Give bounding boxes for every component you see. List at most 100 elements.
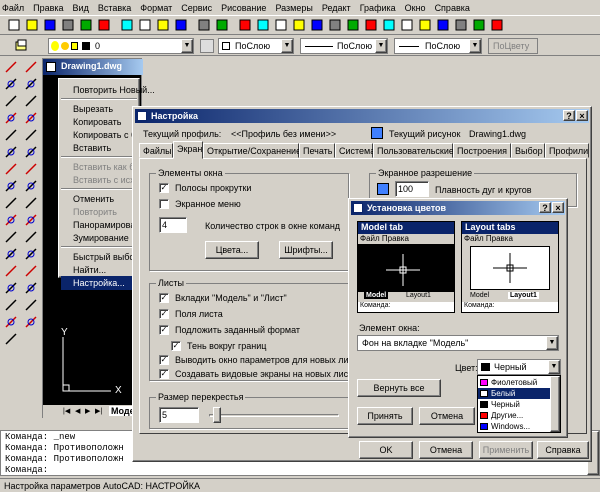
screen-menu-checkbox[interactable]: [159, 199, 169, 209]
context-menu-item[interactable]: Вырезать: [61, 102, 139, 116]
tracking-icon[interactable]: [256, 18, 270, 32]
zoom-previous-icon[interactable]: [472, 18, 486, 32]
find-icon[interactable]: [97, 18, 111, 32]
chevron-down-icon[interactable]: ▼: [546, 336, 558, 350]
mtext-icon[interactable]: [4, 332, 18, 346]
revcloud-icon[interactable]: [4, 179, 18, 193]
chevron-down-icon[interactable]: ▼: [375, 39, 387, 53]
layout-tabs-checkbox[interactable]: ✓: [159, 293, 169, 303]
erase-icon[interactable]: [24, 60, 38, 74]
xline-icon[interactable]: [4, 77, 18, 91]
plotstyle-dropdown[interactable]: ПоЦвету: [488, 38, 538, 54]
page-setup-checkbox[interactable]: ✓: [159, 355, 169, 365]
offset-icon[interactable]: [24, 111, 38, 125]
help-icon[interactable]: [490, 18, 504, 32]
help-icon[interactable]: ?: [539, 202, 551, 213]
color-option[interactable]: Windows...: [478, 421, 550, 432]
hyperlink-icon[interactable]: [238, 18, 252, 32]
trim-icon[interactable]: [24, 213, 38, 227]
restore-all-button[interactable]: Вернуть все: [357, 379, 441, 397]
context-menu-item[interactable]: Повторить: [61, 205, 139, 219]
tab-option[interactable]: Открытие/Сохранение: [203, 143, 301, 158]
model-preview[interactable]: Model tab Файл Правка Model Layout1 Кома…: [357, 221, 455, 313]
tab-option[interactable]: Файлы: [139, 143, 173, 158]
accept-button[interactable]: Принять: [357, 407, 413, 425]
close-icon[interactable]: ×: [552, 202, 564, 213]
polygon-icon[interactable]: [4, 111, 18, 125]
make-current-icon[interactable]: [200, 39, 214, 53]
context-menu-item[interactable]: Настройка...: [61, 276, 139, 290]
menu-item[interactable]: Рисование: [221, 3, 266, 13]
chevron-down-icon[interactable]: ▼: [181, 39, 193, 53]
crosshair-input[interactable]: 5: [159, 407, 199, 423]
named-views-icon[interactable]: [382, 18, 396, 32]
menu-item[interactable]: Справка: [435, 3, 470, 13]
open-icon[interactable]: [25, 18, 39, 32]
tab-option[interactable]: Выбор: [511, 143, 545, 158]
menu-item[interactable]: Графика: [360, 3, 396, 13]
menu-item[interactable]: Правка: [33, 3, 63, 13]
context-menu-item[interactable]: Найти...: [61, 263, 139, 277]
chevron-down-icon[interactable]: ▼: [548, 360, 560, 374]
adcenter-icon[interactable]: [274, 18, 288, 32]
copy-icon[interactable]: [138, 18, 152, 32]
apply-button[interactable]: Применить: [479, 441, 533, 459]
lineweight-dropdown[interactable]: ПоСлою ▼: [394, 38, 482, 54]
chamfer-icon[interactable]: [24, 281, 38, 295]
zoom-window-icon[interactable]: [454, 18, 468, 32]
cancel-button[interactable]: Отмена: [419, 441, 473, 459]
crosshair-slider-track[interactable]: [209, 414, 339, 417]
layer-dropdown[interactable]: 0 ▼: [48, 38, 194, 54]
scale-icon[interactable]: [24, 179, 38, 193]
color-list-scrollbar[interactable]: [550, 376, 560, 432]
chevron-down-icon[interactable]: ▼: [281, 39, 293, 53]
tab-nav-next[interactable]: ▶: [85, 407, 90, 415]
color-cancel-button[interactable]: Отмена: [419, 407, 475, 425]
hatch-icon[interactable]: [4, 298, 18, 312]
menu-item[interactable]: Вид: [73, 3, 89, 13]
break-icon[interactable]: [24, 247, 38, 261]
polyline-icon[interactable]: [4, 94, 18, 108]
stretch-icon[interactable]: [24, 196, 38, 210]
move-icon[interactable]: [24, 145, 38, 159]
color-dropdown[interactable]: ПоСлою ▼: [218, 38, 294, 54]
extend-icon[interactable]: [24, 230, 38, 244]
context-menu-item[interactable]: Вставить: [61, 141, 139, 155]
tab-option[interactable]: Экран: [173, 141, 203, 159]
context-menu-item[interactable]: Вставить как бл: [61, 160, 139, 174]
context-menu-item[interactable]: Зумирование: [61, 231, 139, 245]
shadow-checkbox[interactable]: ✓: [171, 341, 181, 351]
rotate-icon[interactable]: [24, 162, 38, 176]
save-icon[interactable]: [43, 18, 57, 32]
insert-block-icon[interactable]: [4, 247, 18, 261]
margins-checkbox[interactable]: ✓: [159, 309, 169, 319]
markup-icon[interactable]: [364, 18, 378, 32]
layout-preview[interactable]: Layout tabs Файл Правка Model Layout1 Ко…: [461, 221, 559, 313]
redo-icon[interactable]: [215, 18, 229, 32]
menu-item[interactable]: Формат: [140, 3, 172, 13]
color-option[interactable]: Фиолетовый: [478, 377, 550, 388]
color-option[interactable]: Черный: [478, 399, 550, 410]
context-menu-item[interactable]: Отменить: [61, 192, 139, 206]
join-icon[interactable]: [24, 264, 38, 278]
circle-icon[interactable]: [4, 162, 18, 176]
cmd-lines-input[interactable]: 4: [159, 217, 187, 233]
cut-icon[interactable]: [120, 18, 134, 32]
menu-item[interactable]: Файл: [2, 3, 24, 13]
mirror-icon[interactable]: [24, 94, 38, 108]
tab-option[interactable]: Пользовательские: [373, 143, 454, 158]
preview-icon[interactable]: [79, 18, 93, 32]
arc-smoothness-input[interactable]: 100: [395, 181, 429, 197]
menu-item[interactable]: Окно: [405, 3, 426, 13]
element-dropdown[interactable]: Фон на вкладке "Модель" ▼: [357, 335, 559, 351]
context-menu-item[interactable]: Вставить с исхо: [61, 173, 140, 187]
explode-icon[interactable]: [24, 315, 38, 329]
new-icon[interactable]: [7, 18, 21, 32]
scrollbars-checkbox[interactable]: ✓: [159, 183, 169, 193]
crosshair-slider-thumb[interactable]: [213, 407, 221, 423]
make-block-icon[interactable]: [4, 264, 18, 278]
linetype-dropdown[interactable]: ПоСлою ▼: [300, 38, 388, 54]
dbconnect-icon[interactable]: [346, 18, 360, 32]
tab-option[interactable]: Построения: [453, 143, 511, 158]
color-dropdown[interactable]: Черный ▼: [477, 359, 561, 375]
